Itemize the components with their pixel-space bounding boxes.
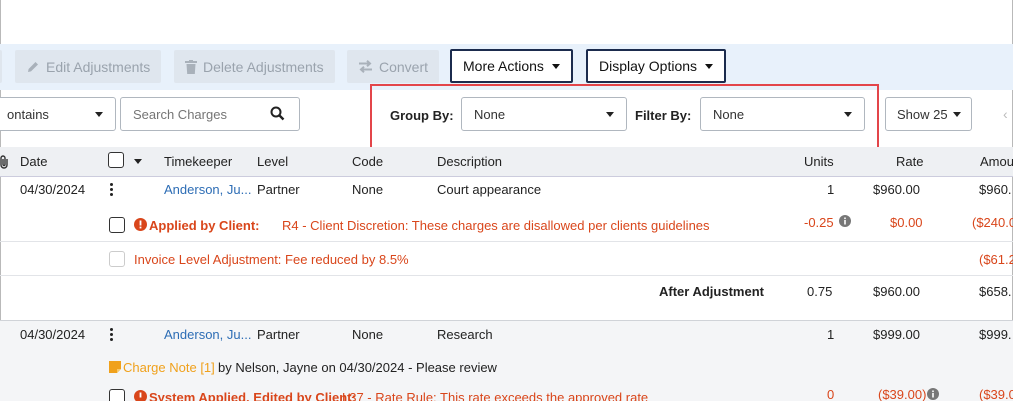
paperclip-icon <box>0 155 8 169</box>
row-description: Court appearance <box>437 182 542 197</box>
caret-down-icon <box>953 112 961 117</box>
info-icon[interactable] <box>927 388 939 400</box>
row-level: Partner <box>257 182 300 197</box>
info-icon[interactable] <box>839 215 851 227</box>
match-type-value: ontains <box>7 106 49 122</box>
row-timekeeper-link[interactable]: Anderson, Ju... <box>164 327 251 342</box>
adjustment-prefix: Applied by Client: <box>149 218 260 233</box>
note-icon <box>109 361 121 373</box>
row-menu-icon[interactable] <box>110 183 114 198</box>
adjustment-text: L37 - Rate Rule: This rate exceeds the a… <box>342 390 649 401</box>
caret-down-icon <box>705 63 714 69</box>
alert-icon <box>134 390 147 401</box>
convert-button[interactable]: Convert <box>347 50 440 83</box>
row-divider <box>0 320 1013 321</box>
toolbar-cutoff-button[interactable] <box>0 50 2 83</box>
adjustment-amount: ($240.0 <box>972 215 1013 230</box>
delete-adjustments-button[interactable]: Delete Adjustments <box>174 50 335 83</box>
adjustment-prefix: System Applied, Edited by Client: <box>149 390 356 401</box>
row-amount: $960. <box>979 182 1012 197</box>
row-menu-icon[interactable] <box>110 328 114 343</box>
adjustment-units: 0 <box>827 387 835 401</box>
col-description[interactable]: Description <box>437 154 502 169</box>
caret-down-icon <box>95 112 103 117</box>
after-adjustment-units: 0.75 <box>807 284 833 299</box>
after-adjustment-rate: $960.00 <box>873 284 920 299</box>
alert-icon <box>134 218 147 231</box>
caret-down-icon[interactable] <box>134 159 142 164</box>
caret-down-icon <box>551 63 560 69</box>
more-actions-label: More Actions <box>463 58 544 74</box>
adjustment-rate: $0.00 <box>890 215 923 230</box>
row-timekeeper-link[interactable]: Anderson, Ju... <box>164 182 251 197</box>
show-count-value: Show 25 <box>897 106 948 122</box>
row-rate: $999.00 <box>873 327 920 342</box>
invoice-adjustment-checkbox <box>109 251 125 267</box>
row-description: Research <box>437 327 493 342</box>
edit-adjustments-button[interactable]: Edit Adjustments <box>15 50 162 83</box>
search-input[interactable] <box>133 107 253 122</box>
show-count-select[interactable]: Show 25 <box>885 97 972 131</box>
row-code: None <box>352 182 384 197</box>
row-date: 04/30/2024 <box>20 182 86 197</box>
highlight-box <box>370 84 879 153</box>
charge-note-text: by Nelson, Jayne on 04/30/2024 - Please … <box>218 360 497 375</box>
after-adjustment-amount: $658. <box>979 284 1012 299</box>
table-header: Date Timekeeper Level Code Description U… <box>0 147 1013 177</box>
col-units[interactable]: Units <box>804 154 834 169</box>
edit-adjustments-label: Edit Adjustments <box>46 58 151 75</box>
adjustment-text: R4 - Client Discretion: These charges ar… <box>282 218 710 233</box>
after-adjustment-label: After Adjustment <box>659 284 764 299</box>
row-date: 04/30/2024 <box>20 327 86 342</box>
match-type-select[interactable]: ontains <box>0 97 116 131</box>
col-amount[interactable]: Amou <box>980 154 1013 169</box>
adjustment-amount: ($39.0 <box>979 387 1013 401</box>
more-actions-button[interactable]: More Actions <box>450 49 573 83</box>
row-rate: $960.00 <box>873 182 920 197</box>
col-rate[interactable]: Rate <box>896 154 923 169</box>
convert-label: Convert <box>379 58 429 75</box>
adjustment-checkbox[interactable] <box>109 217 125 233</box>
pencil-icon <box>28 61 38 72</box>
row-divider <box>0 275 1013 276</box>
delete-adjustments-label: Delete Adjustments <box>203 58 324 75</box>
adjustment-checkbox[interactable] <box>109 389 125 401</box>
col-level[interactable]: Level <box>257 154 288 169</box>
invoice-adjustment-text: Invoice Level Adjustment: Fee reduced by… <box>134 252 409 267</box>
row-level: Partner <box>257 327 300 342</box>
prev-page-icon[interactable]: ‹ <box>1003 106 1008 122</box>
col-date[interactable]: Date <box>20 154 47 169</box>
row-amount: $999. <box>979 327 1012 342</box>
row-divider <box>0 241 1013 242</box>
row-units: 1 <box>827 327 835 342</box>
search-charges[interactable] <box>120 97 300 131</box>
row-units: 1 <box>827 182 835 197</box>
row-code: None <box>352 327 384 342</box>
invoice-adjustment-amount: ($61.2 <box>979 252 1013 267</box>
search-icon <box>270 106 285 121</box>
col-code[interactable]: Code <box>352 154 383 169</box>
adjustment-rate: ($39.00) <box>878 387 927 401</box>
charge-note-link[interactable]: Charge Note [1] <box>123 360 215 375</box>
trash-icon <box>185 59 197 74</box>
select-all-checkbox[interactable] <box>108 152 124 168</box>
display-options-button[interactable]: Display Options <box>586 49 727 83</box>
exchange-icon <box>359 60 372 73</box>
col-timekeeper[interactable]: Timekeeper <box>164 154 232 169</box>
adjustment-units: -0.25 <box>804 215 834 230</box>
display-options-label: Display Options <box>599 58 698 74</box>
